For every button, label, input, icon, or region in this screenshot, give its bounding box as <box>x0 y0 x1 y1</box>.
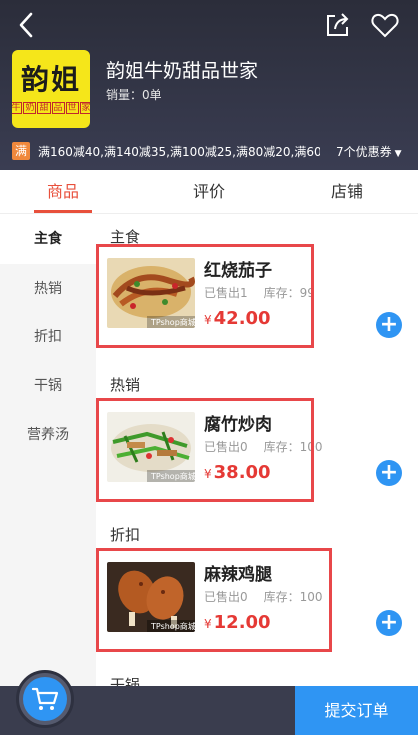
shop-name: 韵姐牛奶甜品世家 <box>106 60 259 82</box>
heart-icon[interactable] <box>370 10 400 40</box>
coupon-dropdown[interactable]: 7个优惠券 ▼ <box>336 143 402 160</box>
sidebar-item-staple[interactable]: 主食 <box>0 214 96 264</box>
product-item[interactable]: TPshop商城 麻辣鸡腿 已售出0 库存：100 ¥12.00 + <box>96 548 418 658</box>
add-to-cart-button[interactable]: + <box>376 312 402 338</box>
highlight-box <box>96 548 332 652</box>
coupon-label: 7个优惠券 <box>336 145 392 159</box>
section-title: 折扣 <box>110 526 141 544</box>
section-title: 热销 <box>110 376 141 394</box>
category-sidebar: 主食 热销 折扣 干锅 营养汤 <box>0 214 96 686</box>
share-icon[interactable] <box>322 10 352 40</box>
promo-badge: 满 <box>12 142 30 160</box>
cart-icon <box>31 687 59 710</box>
tab-underline <box>34 210 92 213</box>
shop-logo: 韵姐 牛奶甜品世家 <box>12 50 90 128</box>
sales-count: 销量：0单 <box>106 88 162 102</box>
product-item[interactable]: TPshop商城 腐竹炒肉 已售出0 库存：100 ¥38.00 + <box>96 398 418 508</box>
tab-products[interactable]: 商品 <box>13 170 113 214</box>
sidebar-item-discount[interactable]: 折扣 <box>0 312 96 362</box>
cart-button[interactable] <box>16 670 74 728</box>
tab-bar: 商品 评价 店铺 <box>0 170 418 214</box>
section-title: 干锅 <box>110 676 141 686</box>
add-to-cart-button[interactable]: + <box>376 460 402 486</box>
shop-header: 韵姐 牛奶甜品世家 韵姐牛奶甜品世家 销量：0单 满 满160减40,满140减… <box>0 0 418 170</box>
add-to-cart-button[interactable]: + <box>376 610 402 636</box>
product-item[interactable]: TPshop商城 红烧茄子 已售出1 库存：99 ¥42.00 + <box>96 244 418 354</box>
submit-order-button[interactable]: 提交订单 <box>295 686 418 735</box>
tab-shop[interactable]: 店铺 <box>297 170 397 214</box>
product-list: 主食 TPshop商城 红烧茄子 已售出1库存：99 ¥42.00 + 热销 <box>96 214 418 686</box>
promo-text: 满160减40,满140减35,满100减25,满80减20,满60... <box>38 145 320 159</box>
tab-reviews[interactable]: 评价 <box>159 170 259 214</box>
back-icon[interactable] <box>12 10 42 40</box>
caret-down-icon: ▼ <box>394 149 402 159</box>
sidebar-item-drypot[interactable]: 干锅 <box>0 361 96 411</box>
highlight-box <box>96 244 314 348</box>
sidebar-item-hot[interactable]: 热销 <box>0 264 96 314</box>
highlight-box <box>96 398 314 502</box>
sidebar-item-soup[interactable]: 营养汤 <box>0 410 96 460</box>
